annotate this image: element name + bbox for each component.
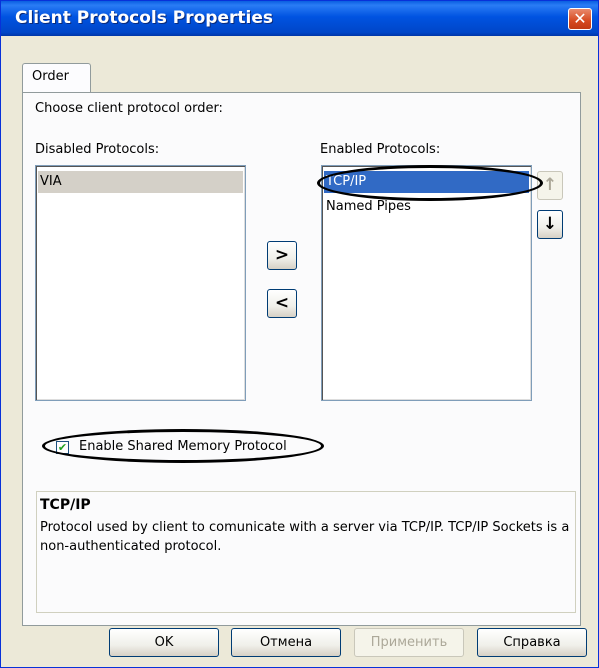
- tab-order-label: Order: [32, 69, 69, 84]
- arrow-down-icon: ↓: [542, 214, 558, 234]
- ok-button[interactable]: OK: [109, 628, 219, 657]
- description-text: Protocol used by client to comunicate wi…: [40, 520, 570, 554]
- disabled-protocols-label: Disabled Protocols:: [35, 142, 160, 157]
- move-right-button[interactable]: >: [267, 241, 297, 270]
- list-item[interactable]: VIA: [38, 171, 243, 193]
- tab-order[interactable]: Order: [22, 63, 91, 93]
- ok-button-label: OK: [154, 635, 174, 650]
- help-button[interactable]: Справка: [477, 628, 587, 657]
- chevron-left-icon: <: [274, 293, 290, 313]
- highlight-oval: [42, 429, 324, 463]
- description-title: TCP/IP: [40, 497, 91, 513]
- instruction-text: Choose client protocol order:: [35, 101, 223, 116]
- description-group: TCP/IP Protocol used by client to comuni…: [36, 491, 576, 613]
- enabled-protocols-label: Enabled Protocols:: [320, 142, 441, 157]
- cancel-button[interactable]: Отмена: [231, 628, 341, 657]
- dialog-window: Client Protocols Properties ✕ Order Choo…: [0, 0, 599, 668]
- arrow-up-icon: ↑: [542, 175, 558, 195]
- cancel-button-label: Отмена: [259, 635, 313, 650]
- close-button[interactable]: ✕: [568, 8, 592, 30]
- disabled-protocols-list[interactable]: VIA: [35, 165, 246, 401]
- help-button-label: Справка: [503, 635, 561, 650]
- close-icon: ✕: [573, 9, 587, 28]
- move-down-button[interactable]: ↓: [537, 210, 563, 239]
- apply-button-label: Применить: [370, 635, 448, 650]
- apply-button[interactable]: Применить: [354, 628, 464, 657]
- chevron-right-icon: >: [274, 245, 290, 265]
- highlight-oval: [317, 165, 543, 201]
- title-bar[interactable]: Client Protocols Properties ✕: [1, 1, 598, 36]
- move-left-button[interactable]: <: [267, 289, 297, 318]
- window-title: Client Protocols Properties: [15, 8, 273, 28]
